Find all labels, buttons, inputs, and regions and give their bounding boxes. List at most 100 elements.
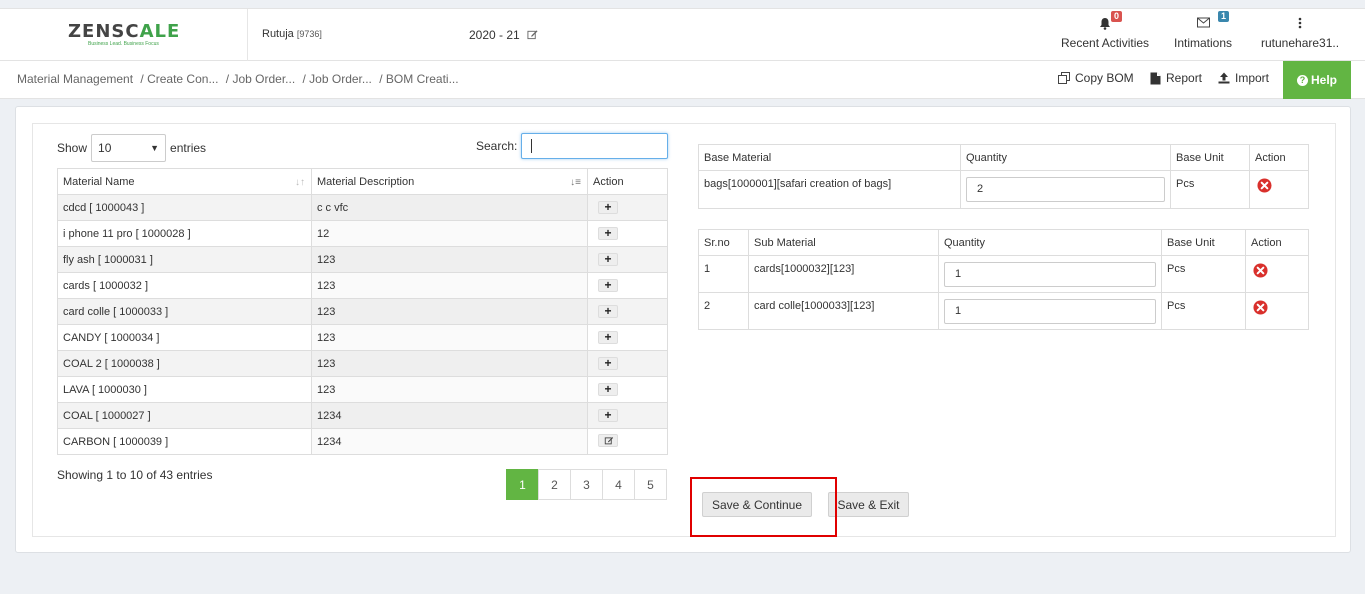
material-description-cell: 1234 xyxy=(311,428,588,455)
edit-icon[interactable] xyxy=(527,29,538,40)
column-action: Action xyxy=(587,168,668,195)
breadcrumb-bar: Material Management / Create Con... / Jo… xyxy=(0,61,1365,99)
table-row: COAL [ 1000027 ] 1234 + xyxy=(57,402,668,429)
sort-icon: ↓↑ xyxy=(295,177,305,188)
table-row: fly ash [ 1000031 ] 123 + xyxy=(57,246,668,273)
material-name-cell: LAVA [ 1000030 ] xyxy=(57,376,312,403)
intimations[interactable]: 1 Intimations xyxy=(1174,11,1233,50)
search-input[interactable] xyxy=(521,133,668,159)
column-action: Action xyxy=(1245,229,1309,256)
base-unit-cell: Pcs xyxy=(1161,292,1246,330)
add-material-button[interactable]: + xyxy=(598,305,618,318)
add-material-button[interactable]: + xyxy=(598,409,618,422)
material-description-cell: 123 xyxy=(311,376,588,403)
column-quantity: Quantity xyxy=(960,144,1171,171)
add-material-button[interactable]: + xyxy=(598,331,618,344)
intimations-label: Intimations xyxy=(1174,36,1233,50)
page-button-2[interactable]: 2 xyxy=(538,469,571,500)
delete-icon[interactable] xyxy=(1257,178,1272,193)
material-name-cell: fly ash [ 1000031 ] xyxy=(57,246,312,273)
column-action: Action xyxy=(1249,144,1309,171)
page-button-1[interactable]: 1 xyxy=(506,469,539,500)
base-quantity-input[interactable]: 2 xyxy=(966,177,1165,202)
recent-activities-label: Recent Activities xyxy=(1061,36,1150,50)
financial-year[interactable]: 2020 - 21 xyxy=(469,28,538,42)
sort-desc-icon: ↓≡ xyxy=(570,177,581,188)
save-exit-button[interactable]: Save & Exit xyxy=(828,492,909,517)
material-description-cell: 12 xyxy=(311,220,588,247)
breadcrumb-item[interactable]: Material Management xyxy=(17,72,133,86)
table-row: card colle [ 1000033 ] 123 + xyxy=(57,298,668,325)
delete-icon[interactable] xyxy=(1253,263,1268,278)
vertical-dots-icon xyxy=(1298,17,1302,29)
top-header: ZENSCALE Business Lead. Business Focus R… xyxy=(0,8,1365,62)
column-material-name[interactable]: Material Name ↓↑ xyxy=(57,168,312,195)
intimations-badge: 1 xyxy=(1218,11,1230,22)
table-row: cdcd [ 1000043 ] c c vfc + xyxy=(57,194,668,221)
text-cursor xyxy=(531,139,532,153)
bell-icon xyxy=(1100,18,1111,30)
material-name-cell: CARBON [ 1000039 ] xyxy=(57,428,312,455)
question-icon: ? xyxy=(1296,74,1308,86)
recent-activities[interactable]: 0 Recent Activities xyxy=(1061,11,1150,50)
account-label: rutunehare31.. xyxy=(1261,36,1340,50)
table-row: COAL 2 [ 1000038 ] 123 + xyxy=(57,350,668,377)
material-name-cell: COAL [ 1000027 ] xyxy=(57,402,312,429)
delete-icon[interactable] xyxy=(1253,300,1268,315)
sub-material-cell: cards[1000032][123] xyxy=(748,255,939,293)
column-sub-material: Sub Material xyxy=(748,229,939,256)
main-card: Show 10 ▼ entries Search: Material Name … xyxy=(15,106,1351,553)
add-material-button[interactable]: + xyxy=(598,357,618,370)
breadcrumb-item[interactable]: / Create Con... xyxy=(140,72,218,86)
breadcrumb-item[interactable]: / BOM Creati... xyxy=(379,72,458,86)
page-button-4[interactable]: 4 xyxy=(602,469,635,500)
page-button-3[interactable]: 3 xyxy=(570,469,603,500)
material-description-cell: 123 xyxy=(311,272,588,299)
zenscale-logo[interactable]: ZENSCALE Business Lead. Business Focus xyxy=(68,21,180,47)
material-name-cell: CANDY [ 1000034 ] xyxy=(57,324,312,351)
material-name-cell: cards [ 1000032 ] xyxy=(57,272,312,299)
add-material-button[interactable]: + xyxy=(598,201,618,214)
material-name-cell: COAL 2 [ 1000038 ] xyxy=(57,350,312,377)
table-row: 1 cards[1000032][123] 1 Pcs xyxy=(698,255,1309,293)
base-unit-cell: Pcs xyxy=(1161,255,1246,293)
column-base-material: Base Material xyxy=(698,144,961,171)
breadcrumb-item[interactable]: / Job Order... xyxy=(226,72,295,86)
material-table: Material Name ↓↑ Material Description ↓≡… xyxy=(57,168,668,455)
copy-bom-button[interactable]: Copy BOM xyxy=(1058,71,1134,85)
edit-icon xyxy=(604,436,614,444)
sub-quantity-input[interactable]: 1 xyxy=(944,262,1156,287)
base-unit-cell: Pcs xyxy=(1170,170,1250,209)
material-name-cell: card colle [ 1000033 ] xyxy=(57,298,312,325)
srno-cell: 1 xyxy=(698,255,749,293)
add-material-button[interactable]: + xyxy=(598,279,618,292)
add-material-button[interactable]: + xyxy=(598,227,618,240)
material-description-cell: 123 xyxy=(311,324,588,351)
breadcrumb-item[interactable]: / Job Order... xyxy=(303,72,372,86)
envelope-icon xyxy=(1196,17,1210,28)
material-description-cell: 123 xyxy=(311,298,588,325)
page-button-5[interactable]: 5 xyxy=(634,469,667,500)
column-material-description[interactable]: Material Description ↓≡ xyxy=(311,168,588,195)
sub-material-table: Sr.no Sub Material Quantity Base Unit Ac… xyxy=(698,229,1309,330)
help-button[interactable]: ? Help xyxy=(1283,61,1351,99)
sub-quantity-input[interactable]: 1 xyxy=(944,299,1156,324)
table-row: CANDY [ 1000034 ] 123 + xyxy=(57,324,668,351)
import-button[interactable]: Import xyxy=(1218,71,1269,85)
base-material-cell: bags[1000001][safari creation of bags] xyxy=(698,170,961,209)
account-menu[interactable]: rutunehare31.. xyxy=(1261,17,1339,50)
table-row: i phone 11 pro [ 1000028 ] 12 + xyxy=(57,220,668,247)
sub-material-cell: card colle[1000033][123] xyxy=(748,292,939,330)
add-material-button[interactable]: + xyxy=(598,383,618,396)
entries-select[interactable]: 10 ▼ xyxy=(91,134,167,162)
edit-material-button[interactable] xyxy=(598,433,618,447)
column-quantity: Quantity xyxy=(938,229,1162,256)
header-divider xyxy=(247,9,248,62)
report-button[interactable]: Report xyxy=(1150,71,1202,85)
column-base-unit: Base Unit xyxy=(1170,144,1250,171)
add-material-button[interactable]: + xyxy=(598,253,618,266)
material-description-cell: 1234 xyxy=(311,402,588,429)
table-summary: Showing 1 to 10 of 43 entries xyxy=(57,468,213,482)
entries-control: Show 10 ▼ entries xyxy=(57,134,206,162)
base-material-table: Base Material Quantity Base Unit Action … xyxy=(698,144,1309,209)
